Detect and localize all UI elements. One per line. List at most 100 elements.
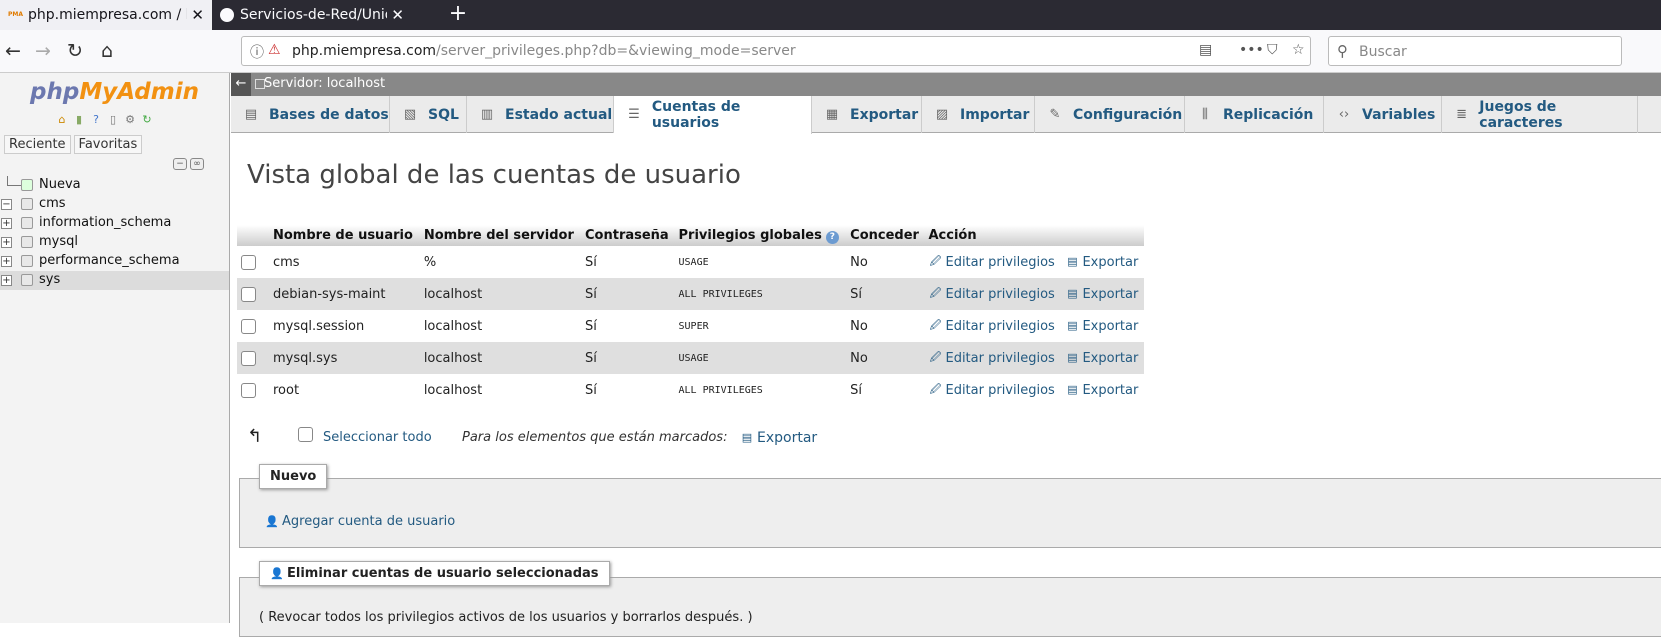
column-header[interactable]: Nombre de usuario	[269, 225, 420, 246]
export-link[interactable]: ▤ Exportar	[1061, 310, 1144, 342]
charset-icon: ≣	[1456, 106, 1468, 122]
export-icon: ▤	[1067, 383, 1078, 396]
edit-privileges-link[interactable]: 🖉 Editar privilegios	[924, 310, 1061, 342]
logout-icon[interactable]: ▮	[72, 113, 86, 127]
tab-export[interactable]: ▦ Exportar	[812, 96, 922, 133]
user-name: mysql.session	[273, 318, 365, 334]
tree-item-db[interactable]: + performance_schema	[0, 252, 229, 271]
collapse-all-icon[interactable]: −	[173, 158, 187, 170]
tree-item-db[interactable]: − cms	[0, 195, 229, 214]
export-link[interactable]: ▤ Exportar	[1061, 246, 1144, 278]
tab-settings[interactable]: ✎ Configuración	[1035, 96, 1185, 133]
row-checkbox[interactable]	[241, 382, 256, 398]
forward-icon[interactable]: →	[32, 40, 54, 62]
back-icon[interactable]: ←	[2, 40, 24, 62]
help-icon[interactable]: ?	[825, 230, 839, 244]
recent-favorites-tabs: Reciente Favoritas	[4, 135, 143, 154]
favorites-tab[interactable]: Favoritas	[73, 135, 143, 154]
home-icon[interactable]: ⌂	[96, 40, 118, 62]
pocket-icon[interactable]: ⛉	[1267, 42, 1278, 58]
edit-privileges-link[interactable]: 🖉 Editar privilegios	[924, 246, 1061, 278]
column-header-privileges[interactable]: Privilegios globales?	[674, 225, 847, 246]
expand-icon[interactable]: +	[1, 218, 12, 229]
wrench-icon: ✎	[1049, 106, 1061, 122]
import-icon: ▨	[935, 106, 949, 122]
reader-view-icon[interactable]: ▤	[1199, 42, 1212, 58]
server-link[interactable]: Servidor: localhost	[264, 76, 385, 91]
tab-charsets[interactable]: ≣ Juegos de caracteres	[1442, 96, 1638, 133]
info-icon[interactable]: ⓘ	[250, 42, 264, 62]
tree-item-db[interactable]: + information_schema	[0, 214, 229, 233]
host-name: localhost	[423, 318, 483, 334]
export-link[interactable]: ▤ Exportar	[1061, 374, 1144, 406]
browser-tab-title: Servicios-de-Red/Unidad	[240, 7, 387, 23]
row-checkbox[interactable]	[241, 318, 256, 334]
browser-tab-github[interactable]: Servicios-de-Red/Unidad ✕	[212, 0, 412, 30]
row-checkbox[interactable]	[241, 286, 256, 302]
grant-status: Sí	[846, 278, 925, 310]
tab-variables[interactable]: ‹› Variables	[1324, 96, 1442, 133]
search-bar[interactable]: ⚲ Buscar	[1328, 36, 1622, 66]
edit-privileges-link[interactable]: 🖉 Editar privilegios	[924, 342, 1062, 374]
tab-user-accounts[interactable]: ☰ Cuentas de usuarios	[614, 96, 812, 134]
row-checkbox[interactable]	[241, 254, 256, 270]
expand-icon[interactable]: +	[1, 237, 12, 248]
row-checkbox[interactable]	[241, 350, 256, 366]
page-actions-icon[interactable]: •••	[1239, 42, 1264, 58]
settings-gear-icon[interactable]: ⚙	[123, 113, 137, 127]
export-link[interactable]: ▤ Exportar	[1061, 342, 1144, 374]
phpmyadmin-favicon: PMA	[8, 11, 24, 18]
tab-status[interactable]: ▥ Estado actual	[467, 96, 614, 133]
close-tab-icon[interactable]: ✕	[391, 6, 404, 24]
select-all-link[interactable]: Seleccionar todo	[323, 430, 432, 445]
logo-icons: ⌂ ▮ ? ▯ ⚙ ↻	[55, 113, 154, 127]
export-link[interactable]: ▤ Exportar	[1061, 278, 1144, 310]
help-icon[interactable]: ?	[89, 113, 103, 127]
reload-icon[interactable]: ↻	[64, 40, 86, 62]
link-icon[interactable]: ∞	[190, 158, 204, 170]
export-icon: ▦	[825, 106, 839, 122]
column-header[interactable]: Nombre del servidor	[419, 225, 581, 246]
bulk-export-button[interactable]: ▤ Exportar	[740, 430, 817, 446]
search-icon: ⚲	[1337, 42, 1348, 60]
column-header[interactable]: Conceder	[846, 225, 925, 246]
bookmark-star-icon[interactable]: ☆	[1292, 42, 1305, 58]
export-icon: ▤	[1067, 351, 1078, 364]
tree-item-db[interactable]: + mysql	[0, 233, 229, 252]
column-header[interactable]: Contraseña	[581, 225, 675, 246]
page-title: Vista global de las cuentas de usuario	[247, 160, 741, 190]
new-tab-button[interactable]: +	[447, 0, 469, 30]
edit-privileges-link[interactable]: 🖉 Editar privilegios	[924, 278, 1062, 310]
docs-icon[interactable]: ▯	[106, 113, 120, 127]
table-row: mysql.session localhost Sí SUPER No 🖉 Edi…	[237, 310, 1144, 342]
select-all-checkbox[interactable]	[298, 427, 313, 442]
close-tab-icon[interactable]: ✕	[191, 6, 204, 24]
table-row: mysql.sys localhost Sí USAGE No 🖉 Editar …	[237, 342, 1144, 374]
collapse-icon[interactable]: −	[1, 199, 12, 210]
expand-icon[interactable]: +	[1, 275, 12, 286]
phpmyadmin-logo[interactable]: phpMyAdmin	[30, 79, 199, 105]
url-bar[interactable]: ⓘ ⚠ php.miempresa.com/server_privileges.…	[241, 36, 1311, 66]
password-status: Sí	[585, 318, 597, 334]
edit-privileges-link[interactable]: 🖉 Editar privilegios	[924, 374, 1061, 406]
github-icon	[220, 8, 234, 22]
home-icon[interactable]: ⌂	[55, 113, 69, 127]
tree-item-new[interactable]: Nueva	[0, 176, 229, 195]
server-breadcrumb: ← Servidor: localhost	[231, 73, 1661, 96]
insecure-lock-icon[interactable]: ⚠	[268, 42, 281, 58]
expand-icon[interactable]: +	[1, 256, 12, 267]
tree-item-db[interactable]: + sys	[0, 271, 229, 290]
sql-icon: ▧	[403, 106, 417, 122]
tab-replication[interactable]: ⫼ Replicación	[1185, 96, 1324, 133]
browser-tab-phpmyadmin[interactable]: PMA php.miempresa.com / lo ✕	[0, 0, 212, 30]
tab-import[interactable]: ▨ Importar	[922, 96, 1035, 133]
export-icon: ▤	[1067, 255, 1078, 268]
tab-sql[interactable]: ▧ SQL	[390, 96, 467, 133]
refresh-icon[interactable]: ↻	[140, 113, 154, 127]
collapse-panel-icon[interactable]: ←	[231, 73, 251, 96]
grant-status: Sí	[850, 382, 863, 398]
table-header-row: Nombre de usuario Nombre del servidor Co…	[237, 225, 1144, 246]
tab-databases[interactable]: ▤ Bases de datos	[231, 96, 390, 133]
add-user-account-link[interactable]: 👤 Agregar cuenta de usuario	[265, 514, 455, 529]
recent-tab[interactable]: Reciente	[4, 135, 71, 154]
